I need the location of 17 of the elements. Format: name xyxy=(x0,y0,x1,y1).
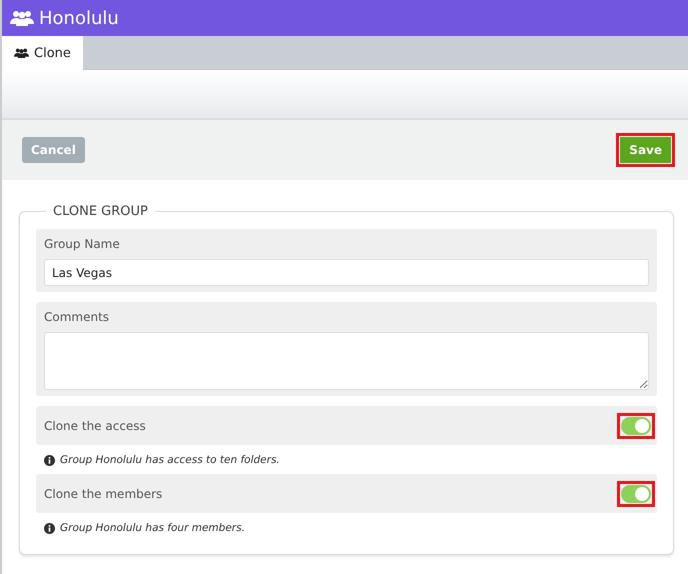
group-icon xyxy=(10,10,34,26)
option-label: Clone the access xyxy=(44,418,146,432)
input-field[interactable]: Las Vegas xyxy=(44,259,649,286)
info-note: Group Honolulu has access to ten folders. xyxy=(60,454,280,466)
text-area[interactable] xyxy=(44,332,649,390)
info-note: Group Honolulu has four members. xyxy=(60,522,245,534)
option-label: Clone the members xyxy=(44,486,162,500)
tab[interactable]: Clone xyxy=(2,36,83,70)
field-label: Group Name xyxy=(44,237,121,251)
field-label: Comments xyxy=(44,310,110,324)
info-icon xyxy=(44,522,55,534)
toggle-switch[interactable] xyxy=(621,416,651,434)
section-title: CLONE GROUP xyxy=(52,204,149,219)
group-icon xyxy=(14,48,29,58)
toggle-switch[interactable] xyxy=(621,484,651,502)
window-title: Honolulu xyxy=(39,8,119,28)
info-icon xyxy=(44,454,55,466)
